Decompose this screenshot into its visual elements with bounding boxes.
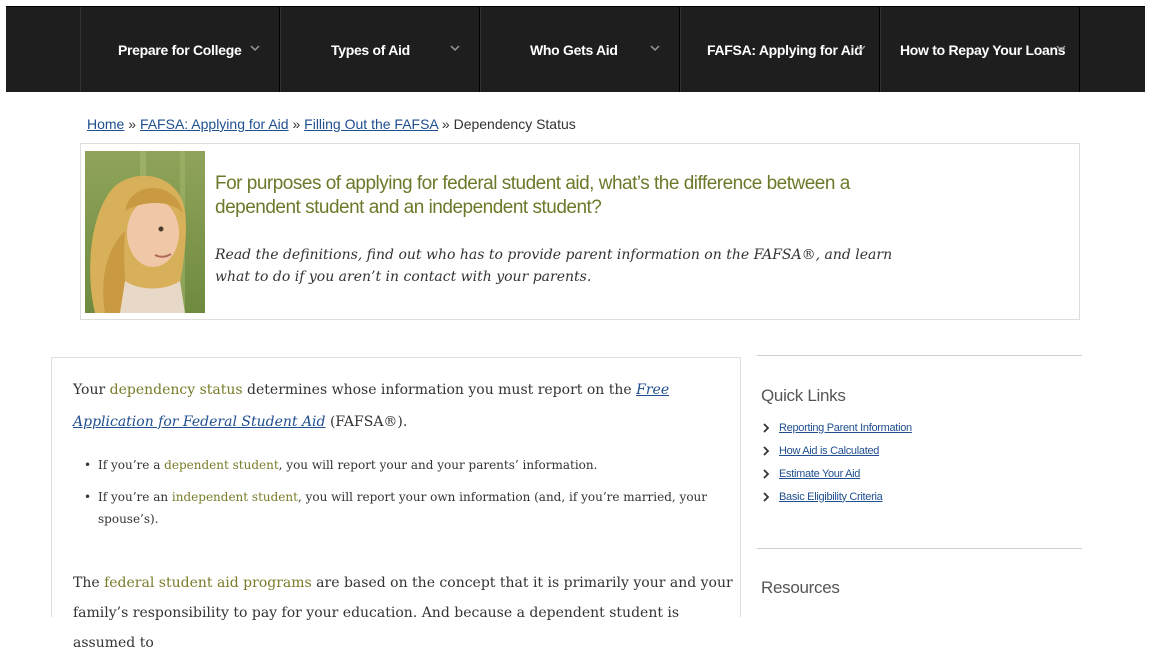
sidebar-divider [757, 355, 1082, 356]
quick-link-item: Estimate Your Aid [761, 462, 912, 485]
nav-item-fafsa-applying-for-aid[interactable]: FAFSA: Applying for Aid [680, 7, 880, 92]
nav-item-who-gets-aid[interactable]: Who Gets Aid [480, 7, 680, 92]
hero-banner: For purposes of applying for federal stu… [80, 143, 1080, 320]
nav-item-prepare-for-college[interactable]: Prepare for College [80, 7, 280, 92]
list-item: If you’re an independent student, you wi… [80, 486, 720, 530]
text: The [73, 575, 105, 591]
breadcrumb-separator: » [438, 116, 454, 132]
main-navigation: Prepare for College Types of Aid Who Get… [6, 6, 1145, 92]
text: If you’re a [98, 458, 165, 472]
nav-items: Prepare for College Types of Aid Who Get… [80, 7, 1080, 92]
chevron-right-icon [763, 445, 770, 456]
chevron-right-icon [763, 422, 770, 433]
chevron-right-icon [763, 491, 770, 502]
dependency-bullets: If you’re a dependent student, you will … [80, 454, 720, 540]
text: If you’re an [98, 490, 172, 504]
quick-link-basic-eligibility-criteria[interactable]: Basic Eligibility Criteria [779, 491, 883, 503]
breadcrumb: Home » FAFSA: Applying for Aid » Filling… [87, 116, 576, 132]
chevron-down-icon [650, 45, 660, 52]
quick-link-how-aid-is-calculated[interactable]: How Aid is Calculated [779, 445, 879, 457]
nav-item-label: How to Repay Your Loans [900, 41, 1066, 58]
main-content: Your dependency status determines whose … [51, 357, 741, 651]
nav-item-label: Who Gets Aid [530, 41, 618, 58]
quick-link-estimate-your-aid[interactable]: Estimate Your Aid [779, 468, 860, 480]
nav-item-how-to-repay-your-loans[interactable]: How to Repay Your Loans [880, 7, 1080, 92]
nav-item-label: FAFSA: Applying for Aid [707, 41, 863, 58]
quick-link-reporting-parent-information[interactable]: Reporting Parent Information [779, 422, 912, 434]
quick-link-item: Reporting Parent Information [761, 416, 912, 439]
intro-paragraph: Your dependency status determines whose … [73, 374, 738, 438]
breadcrumb-current: Dependency Status [453, 116, 576, 132]
nav-item-label: Prepare for College [118, 41, 242, 58]
student-photo [85, 151, 205, 313]
breadcrumb-separator: » [124, 116, 140, 132]
breadcrumb-filling-out-link[interactable]: Filling Out the FAFSA [304, 116, 438, 132]
quick-links-list: Reporting Parent Information How Aid is … [761, 416, 912, 508]
dependent-student-link[interactable]: dependent student [164, 458, 279, 472]
breadcrumb-fafsa-link[interactable]: FAFSA: Applying for Aid [140, 116, 289, 132]
chevron-down-icon [250, 45, 260, 52]
nav-item-types-of-aid[interactable]: Types of Aid [280, 7, 480, 92]
federal-student-aid-programs-link[interactable]: federal student aid programs [104, 575, 312, 591]
text: , you will report your and your parents’… [278, 458, 598, 472]
dependency-status-link[interactable]: dependency status [110, 382, 243, 398]
chevron-right-icon [763, 468, 770, 479]
chevron-down-icon [450, 45, 460, 52]
quick-link-item: Basic Eligibility Criteria [761, 485, 912, 508]
independent-student-link[interactable]: independent student [172, 490, 298, 504]
hero-subtitle: Read the definitions, find out who has t… [215, 247, 893, 285]
chevron-down-icon [1056, 45, 1066, 52]
quick-links-title: Quick Links [761, 386, 846, 405]
resources-title: Resources [761, 578, 840, 597]
text: Your [73, 382, 110, 398]
list-item: If you’re a dependent student, you will … [80, 454, 720, 476]
breadcrumb-separator: » [288, 116, 305, 132]
breadcrumb-home-link[interactable]: Home [87, 116, 124, 132]
text: (FAFSA®). [325, 414, 408, 430]
hero-title: For purposes of applying for federal stu… [215, 173, 850, 218]
text: determines whose information you must re… [242, 382, 637, 398]
chevron-down-icon [856, 45, 866, 52]
federal-aid-paragraph: The federal student aid programs are bas… [73, 568, 738, 658]
quick-link-item: How Aid is Calculated [761, 439, 912, 462]
nav-item-label: Types of Aid [331, 41, 410, 58]
sidebar-divider [757, 548, 1082, 549]
